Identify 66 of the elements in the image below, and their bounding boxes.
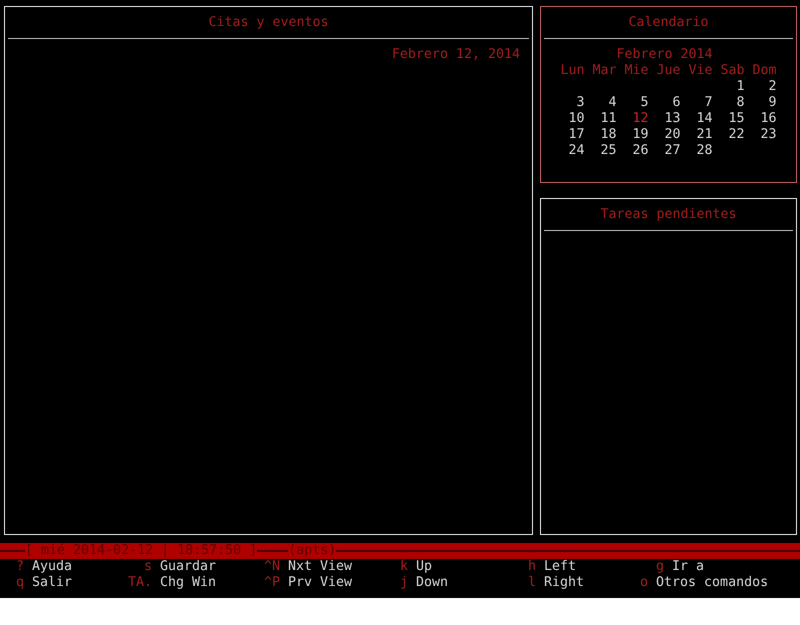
calendar-day[interactable]: 7: [688, 95, 712, 111]
calendar-day[interactable]: 19: [624, 127, 648, 143]
shortcut-key: l: [512, 575, 536, 591]
calendar-day[interactable]: 12: [624, 111, 648, 127]
calendar-day[interactable]: 18: [592, 127, 616, 143]
weekday-label: Lun: [560, 63, 584, 79]
panel-title: Tareas pendientes: [600, 207, 737, 223]
date-time-status: [ mié 2014-02-12 | 18:57:50 ]: [25, 543, 258, 559]
panel-title: Citas y eventos: [208, 15, 329, 31]
shortcut-key: j: [384, 575, 408, 591]
shortcut-label: Guardar: [160, 559, 216, 575]
calendar-day[interactable]: 27: [656, 143, 680, 159]
date-heading: Febrero 12, 2014: [392, 47, 521, 63]
shortcut-label: Ayuda: [32, 559, 72, 575]
calendar-day[interactable]: 25: [592, 143, 616, 159]
calendar-day[interactable]: 9: [752, 95, 776, 111]
calendar-day[interactable]: 13: [656, 111, 680, 127]
calendar-day[interactable]: 24: [560, 143, 584, 159]
shortcut-label: Ir a: [672, 559, 704, 575]
shortcut-label: Chg Win: [160, 575, 216, 591]
view-mode-status: (apts): [288, 543, 336, 559]
calendar-day[interactable]: 15: [720, 111, 744, 127]
calendar-day[interactable]: 17: [560, 127, 584, 143]
panel-title: Calendario: [628, 15, 709, 31]
calendar-day[interactable]: 22: [720, 127, 744, 143]
calendar-day[interactable]: 3: [560, 95, 584, 111]
calendar-day[interactable]: 28: [688, 143, 712, 159]
shortcut-label: Up: [416, 559, 432, 575]
calendar-day[interactable]: 2: [752, 79, 776, 95]
calendar-day[interactable]: 5: [624, 95, 648, 111]
calendar-day[interactable]: 20: [656, 127, 680, 143]
shortcut-label: Otros comandos: [656, 575, 768, 591]
shortcut-label: Nxt View: [288, 559, 352, 575]
calendar-day[interactable]: 10: [560, 111, 584, 127]
calendar-day[interactable]: 26: [624, 143, 648, 159]
weekday-label: Jue: [656, 63, 680, 79]
calendar-day[interactable]: 8: [720, 95, 744, 111]
shortcut-key: ?: [0, 559, 24, 575]
shortcut-key: ^P: [256, 575, 280, 591]
weekday-label: Sab: [720, 63, 744, 79]
shortcut-key: k: [384, 559, 408, 575]
weekday-label: Mie: [624, 63, 648, 79]
shortcut-label: Down: [416, 575, 448, 591]
calendar-day[interactable]: 14: [688, 111, 712, 127]
shortcut-key: h: [512, 559, 536, 575]
weekday-label: Dom: [752, 63, 776, 79]
shortcut-label: Salir: [32, 575, 72, 591]
calendar-day[interactable]: 4: [592, 95, 616, 111]
shortcut-key: o: [640, 575, 648, 591]
calendar-day[interactable]: 1: [720, 79, 744, 95]
month-title: Febrero 2014: [616, 47, 714, 63]
shortcut-key: g: [640, 559, 664, 575]
weekday-label: Mar: [592, 63, 616, 79]
calendar-day[interactable]: 6: [656, 95, 680, 111]
shortcut-key: s: [128, 559, 152, 575]
shortcut-label: Right: [544, 575, 584, 591]
calendar-day[interactable]: 21: [688, 127, 712, 143]
shortcut-key: q: [0, 575, 24, 591]
shortcut-label: Prv View: [288, 575, 352, 591]
shortcut-key: TA.: [128, 575, 152, 591]
weekday-label: Vie: [688, 63, 712, 79]
shortcut-key: ^N: [256, 559, 280, 575]
shortcut-label: Left: [544, 559, 576, 575]
calendar-day[interactable]: 16: [752, 111, 776, 127]
calendar-day[interactable]: 23: [752, 127, 776, 143]
calendar-day[interactable]: 11: [592, 111, 616, 127]
